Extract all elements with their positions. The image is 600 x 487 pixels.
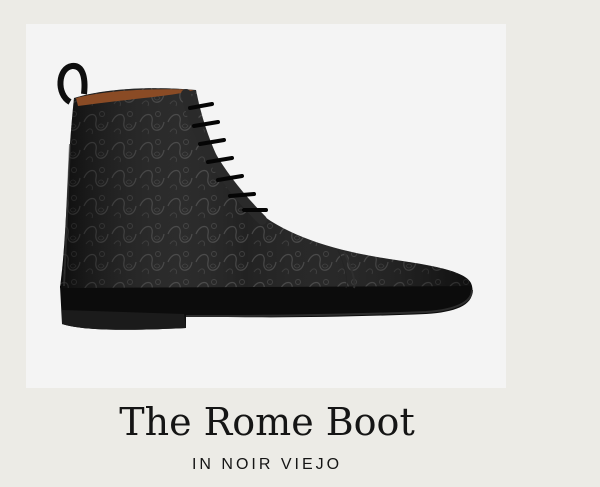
product-image[interactable]	[26, 24, 506, 388]
product-variant: IN NOIR VIEJO	[191, 456, 343, 473]
boot-illustration	[57, 63, 473, 330]
product-title[interactable]: The Rome Boot	[0, 398, 534, 446]
